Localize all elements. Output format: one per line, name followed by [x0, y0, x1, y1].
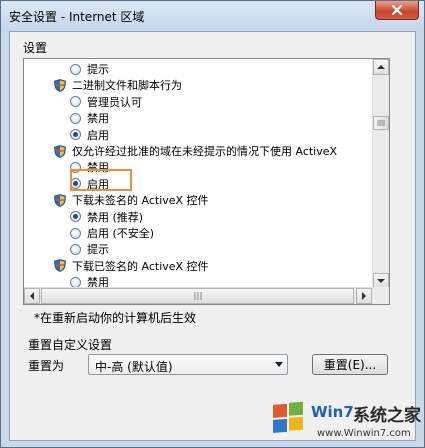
watermark-logo-text: Win7 — [311, 403, 354, 421]
reset-button-label: 重置(E)... — [323, 358, 377, 372]
setting-radio-option[interactable]: 提示 — [70, 61, 109, 77]
shield-icon — [54, 193, 66, 207]
setting-label: 禁用 (推荐) — [87, 210, 144, 224]
setting-radio-option[interactable]: 禁用 — [70, 110, 109, 126]
radio-unchecked-icon[interactable] — [70, 63, 81, 75]
close-icon — [391, 5, 403, 15]
radio-unchecked-icon[interactable] — [70, 112, 81, 124]
setting-group-header[interactable]: 下载已签名的 ActiveX 控件 — [54, 258, 209, 274]
title-bar[interactable]: 安全设置 - Internet 区域 — [1, 1, 424, 31]
setting-radio-option[interactable]: 提示 — [70, 241, 109, 257]
setting-label: 下载未签名的 ActiveX 控件 — [72, 194, 209, 208]
chevron-down-icon — [274, 362, 283, 367]
windows-logo-icon — [273, 401, 303, 433]
restart-note: *在重新启动你的计算机后生效 — [34, 311, 197, 325]
grip-icon — [377, 120, 385, 126]
radio-unchecked-icon[interactable] — [70, 227, 81, 239]
horizontal-scroll-thumb[interactable] — [41, 288, 354, 304]
settings-label: 设置 — [23, 41, 48, 55]
setting-group-header[interactable]: 二进制文件和脚本行为 — [54, 77, 182, 93]
radio-checked-icon[interactable] — [70, 129, 81, 141]
setting-label: 仅允许经过批准的域在未经提示的情况下使用 ActiveX — [72, 145, 338, 158]
watermark: Win7 系统之家 www.Winwin7.com — [271, 399, 421, 445]
setting-label: 启用 (不安全) — [87, 227, 155, 240]
security-settings-window: 安全设置 - Internet 区域 设置 提示 二进制文件和脚本行为 管理员认可禁… — [0, 0, 425, 448]
watermark-brand: 系统之家 — [353, 406, 421, 426]
reset-level-value: 中-高 (默认值) — [95, 360, 173, 374]
scroll-left-button[interactable] — [24, 288, 40, 304]
scroll-corner — [372, 287, 389, 304]
setting-radio-option[interactable]: 管理员认可 — [70, 94, 142, 110]
setting-label: 二进制文件和脚本行为 — [72, 79, 182, 93]
reset-to-label: 重置为 — [28, 359, 65, 373]
scroll-right-button[interactable] — [356, 288, 372, 304]
chevron-right-icon — [362, 292, 366, 300]
close-button[interactable] — [375, 1, 419, 20]
watermark-url: www.Winwin7.com — [317, 428, 411, 439]
annotation-highlight-box — [70, 169, 132, 191]
vertical-scroll-thumb[interactable] — [373, 116, 389, 130]
setting-label: 下载已签名的 ActiveX 控件 — [72, 259, 209, 273]
shield-icon — [54, 78, 66, 92]
setting-group-header[interactable]: 下载未签名的 ActiveX 控件 — [54, 192, 209, 208]
radio-unchecked-icon[interactable] — [70, 96, 81, 108]
setting-label: 提示 — [87, 243, 109, 257]
window-title: 安全设置 - Internet 区域 — [9, 10, 145, 24]
reset-button[interactable]: 重置(E)... — [312, 354, 388, 375]
dropdown-arrow[interactable] — [270, 355, 287, 374]
setting-radio-option[interactable]: 启用 (不安全) — [70, 225, 154, 241]
radio-dot — [73, 214, 78, 220]
setting-label: 禁用 — [87, 112, 109, 126]
grip-icon — [194, 292, 201, 300]
setting-label: 启用 — [87, 128, 109, 142]
shield-icon — [54, 144, 66, 158]
setting-label: 提示 — [87, 63, 109, 76]
radio-checked-icon[interactable] — [70, 211, 81, 223]
chevron-down-icon — [377, 279, 385, 283]
radio-dot — [73, 132, 78, 138]
scroll-up-button[interactable] — [373, 59, 389, 75]
chevron-up-icon — [377, 65, 385, 69]
reset-group-title: 重置自定义设置 — [26, 336, 115, 353]
shield-icon — [54, 259, 66, 273]
chevron-left-icon — [30, 292, 34, 300]
setting-label: 管理员认可 — [87, 95, 142, 109]
vertical-scrollbar[interactable] — [372, 59, 389, 289]
horizontal-scrollbar[interactable] — [24, 287, 372, 304]
setting-radio-option[interactable]: 启用 — [70, 127, 109, 143]
radio-unchecked-icon[interactable] — [70, 243, 81, 255]
setting-group-header[interactable]: 仅允许经过批准的域在未经提示的情况下使用 ActiveX — [54, 143, 337, 159]
setting-radio-option[interactable]: 禁用 (推荐) — [70, 209, 143, 225]
reset-level-select[interactable]: 中-高 (默认值) — [88, 354, 288, 375]
